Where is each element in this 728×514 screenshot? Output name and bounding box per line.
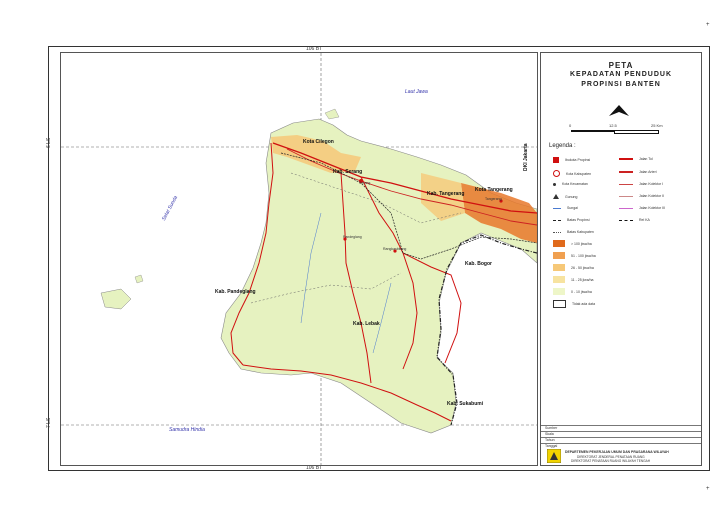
density-class-3: 26 - 50 jiwa/ha <box>553 264 594 271</box>
dki-jakarta-label: DKI Jakarta <box>523 143 529 171</box>
scale-bar: 0 12.5 25 Km <box>569 123 669 135</box>
legend-item-jalan-kolektor-2: Jalan Kolektor II <box>619 194 664 198</box>
small-island <box>134 274 144 284</box>
footer-row-tanggal: Tanggal <box>541 443 701 450</box>
footer-org-line1: DEPARTEMEN PEKERJAAN UMUM DAN PRASARANA … <box>565 450 669 454</box>
panaitan-island <box>100 288 132 310</box>
kab-sukabumi-label: Kab. Sukabumi <box>447 401 484 407</box>
offshore-island-north <box>324 108 340 120</box>
map-title-line1: PETA <box>608 61 634 70</box>
scale-label-mid: 12.5 <box>609 123 617 128</box>
legend-item-sungai: Sungai <box>553 206 578 210</box>
legend-item-kota-kabupaten: Kota Kabupaten <box>553 170 591 177</box>
legend-item-batas-propinsi: Batas Propinsi <box>553 218 590 222</box>
rangkasbitung-label: Rangkasbitung <box>383 247 407 251</box>
legend-item-jalan-arteri: Jalan Arteri <box>619 170 657 174</box>
legend-panel: PETA KEPADATAN PENDUDUK PROPINSI BANTEN … <box>540 52 702 466</box>
map-title-line3: PROPINSI BANTEN <box>581 81 661 88</box>
map-title-line2: KEPADATAN PENDUDUK <box>570 71 672 78</box>
kota-cilegon-label: Kota Cilegon <box>303 139 334 145</box>
legend-item-ibukota-propinsi: Ibukota Propinsi <box>553 157 590 163</box>
serang-label: Serang <box>359 181 371 185</box>
legend-item-kota-kecamatan: Kota Kecamatan <box>553 182 588 186</box>
corner-mark-bottom: + <box>706 486 710 492</box>
legend-item-jalan-tol: Jalan Tol <box>619 157 653 161</box>
ministry-logo-icon <box>547 449 561 463</box>
density-class-6: Tidak ada data <box>553 300 595 308</box>
legend-item-jalan-kolektor-3: Jalan Kolektor III <box>619 206 665 210</box>
corner-mark-top: + <box>706 22 710 28</box>
kab-serang-label: Kab. Serang <box>333 169 363 175</box>
density-class-4: 11 - 25 jiwa/ha <box>553 276 594 283</box>
map-window[interactable]: Laut Jawa Selat Sunda Samudra Hindia DKI… <box>60 52 538 466</box>
density-class-5: 0 - 10 jiwa/ha <box>553 288 592 295</box>
scale-label-0: 0 <box>569 123 572 128</box>
samudra-hindia-label: Samudra Hindia <box>169 427 205 433</box>
legend-item-jalan-kolektor-1: Jalan Kolektor I <box>619 182 663 186</box>
kab-tangerang-label: Kab. Tangerang <box>427 191 465 197</box>
pandeglang-label: Pandeglang <box>343 235 362 239</box>
footer-org-line3: DIREKTORAT PENATAAN RUANG WILAYAH TENGAH <box>571 459 651 463</box>
legend-item-rel-ka: Rel KA <box>619 218 650 222</box>
density-class-2: 51 - 100 jiwa/ha <box>553 252 596 259</box>
north-arrow-icon <box>609 105 629 116</box>
left-latitude-bottom-label: 7 LS <box>46 417 52 428</box>
legend-item-gunung: Gunung <box>553 194 577 199</box>
left-latitude-top-label: 6 LS <box>46 137 52 148</box>
tangerang-label: Tangerang <box>485 197 502 201</box>
kab-bogor-label: Kab. Bogor <box>465 261 492 267</box>
banten-landmass <box>220 118 537 434</box>
kab-pandeglang-label: Kab. Pandeglang <box>215 289 256 295</box>
legend-item-batas-kabupaten: Batas Kabupaten <box>553 230 594 234</box>
kota-tangerang-label: Kota Tangerang <box>475 187 513 193</box>
density-class-1: > 100 jiwa/ha <box>553 240 592 247</box>
scale-label-end: 25 Km <box>651 123 663 128</box>
laut-jawa-label: Laut Jawa <box>405 89 428 95</box>
kab-lebak-label: Kab. Lebak <box>353 321 380 327</box>
legend-heading: Legenda : <box>549 143 576 149</box>
